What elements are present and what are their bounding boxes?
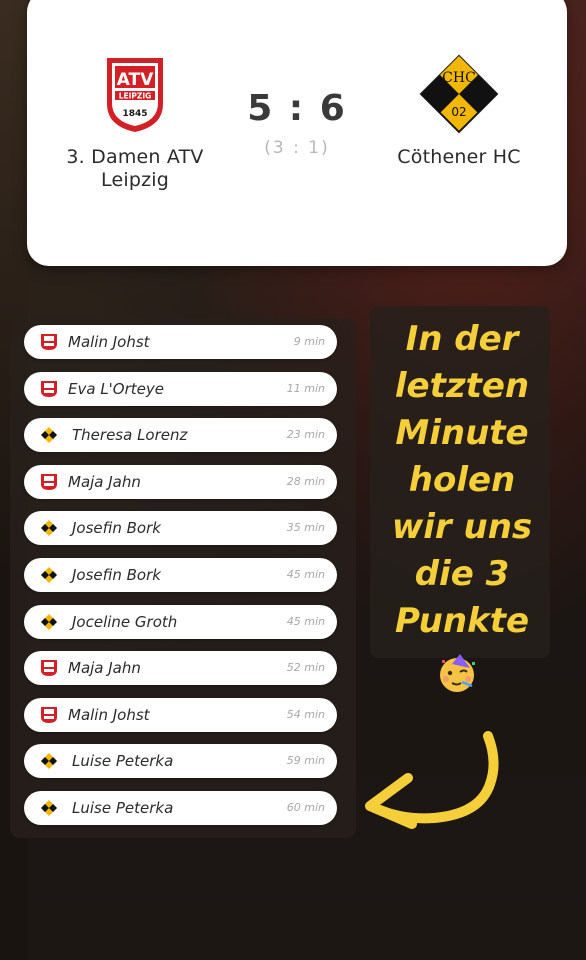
goal-time: 45 min (286, 568, 325, 581)
scorer-name: Josefin Bork (72, 566, 161, 584)
goal-row: Maja Jahn 52 min (24, 651, 337, 686)
svg-text:LEIPZIG: LEIPZIG (119, 92, 152, 101)
svg-text:1845: 1845 (122, 109, 147, 119)
cothener-hc-logo-icon: CHC 02 (419, 54, 499, 134)
cothener-hc-logo-icon (41, 567, 57, 583)
atv-leipzig-logo-icon (41, 706, 57, 723)
cothener-hc-logo-icon (41, 427, 57, 444)
goal-time: 60 min (286, 801, 325, 814)
goal-row: Luise Peterka 59 min (24, 744, 337, 779)
halftime-score: (3 : 1) (264, 138, 330, 158)
goal-row: Joceline Groth 45 min (24, 604, 337, 639)
atv-leipzig-logo-icon (41, 334, 57, 350)
atv-leipzig-logo-icon (41, 473, 57, 490)
atv-leipzig-logo-icon: ATV LEIPZIG 1845 (107, 58, 163, 132)
message-text: In der letzten Minute holen wir uns die … (366, 316, 558, 645)
goal-row: Theresa Lorenz 23 min (24, 418, 337, 453)
goal-time: 9 min (293, 335, 325, 348)
cothener-hc-logo-icon (41, 613, 57, 630)
away-team-name: Cöthener HC (397, 146, 521, 168)
scorer-name: Malin Johst (68, 333, 150, 351)
scorer-name: Josefin Bork (72, 519, 161, 538)
cothener-hc-logo-icon (41, 520, 57, 537)
svg-text:ATV: ATV (117, 70, 154, 90)
away-team: CHC 02 Cöthener HC (369, 54, 549, 169)
home-team: ATV LEIPZIG 1845 3. Damen ATV Leipzig (45, 54, 225, 192)
cothener-hc-logo-icon (41, 800, 57, 816)
goal-time: 23 min (286, 428, 325, 442)
message-line: die 3 (414, 554, 510, 594)
goal-time: 45 min (286, 614, 325, 628)
scorer-name: Luise Peterka (72, 799, 174, 817)
message-line: holen (408, 460, 516, 500)
goal-time: 28 min (286, 474, 325, 488)
goal-time: 52 min (286, 661, 325, 675)
goal-time: 54 min (286, 707, 325, 721)
scorer-name: Luise Peterka (72, 752, 174, 771)
atv-leipzig-logo-icon (41, 660, 57, 677)
message-line: In der (405, 319, 519, 359)
message-line: Punkte (394, 601, 530, 641)
arrow-icon (365, 731, 499, 829)
goal-row: Josefin Bork 45 min (24, 558, 337, 592)
message-line: letzten (394, 366, 530, 406)
scorer-name: Malin Johst (68, 705, 150, 724)
goal-row: Malin Johst 9 min (24, 325, 337, 359)
message-line: Minute (395, 413, 529, 453)
partying-face-emoji-icon (440, 654, 475, 692)
match-score-card: ATV LEIPZIG 1845 3. Damen ATV Leipzig 5 … (27, 0, 567, 266)
goal-row: Josefin Bork 35 min (24, 511, 337, 546)
message-line: wir uns (391, 507, 533, 547)
cothener-hc-logo-icon (41, 753, 57, 770)
match-score: 5 : 6 (247, 88, 347, 129)
goal-time: 59 min (286, 754, 325, 768)
goal-row: Malin Johst 54 min (24, 697, 337, 732)
scorer-name: Maja Jahn (68, 472, 141, 491)
scorer-name: Maja Jahn (68, 659, 141, 678)
scorer-name: Eva L'Orteye (68, 379, 164, 398)
scorer-name: Theresa Lorenz (72, 426, 188, 445)
goal-row: Maja Jahn 28 min (24, 464, 337, 499)
atv-leipzig-logo-icon (41, 380, 57, 397)
goal-row: Luise Peterka 60 min (24, 791, 337, 825)
goal-time: 35 min (286, 521, 325, 535)
svg-text:02: 02 (451, 105, 466, 119)
home-team-name: 3. Damen ATV Leipzig (66, 146, 204, 191)
goal-time: 11 min (286, 381, 325, 395)
svg-text:CHC: CHC (442, 70, 476, 86)
goal-row: Eva L'Orteye 11 min (24, 371, 337, 406)
scorer-name: Joceline Groth (72, 612, 178, 631)
